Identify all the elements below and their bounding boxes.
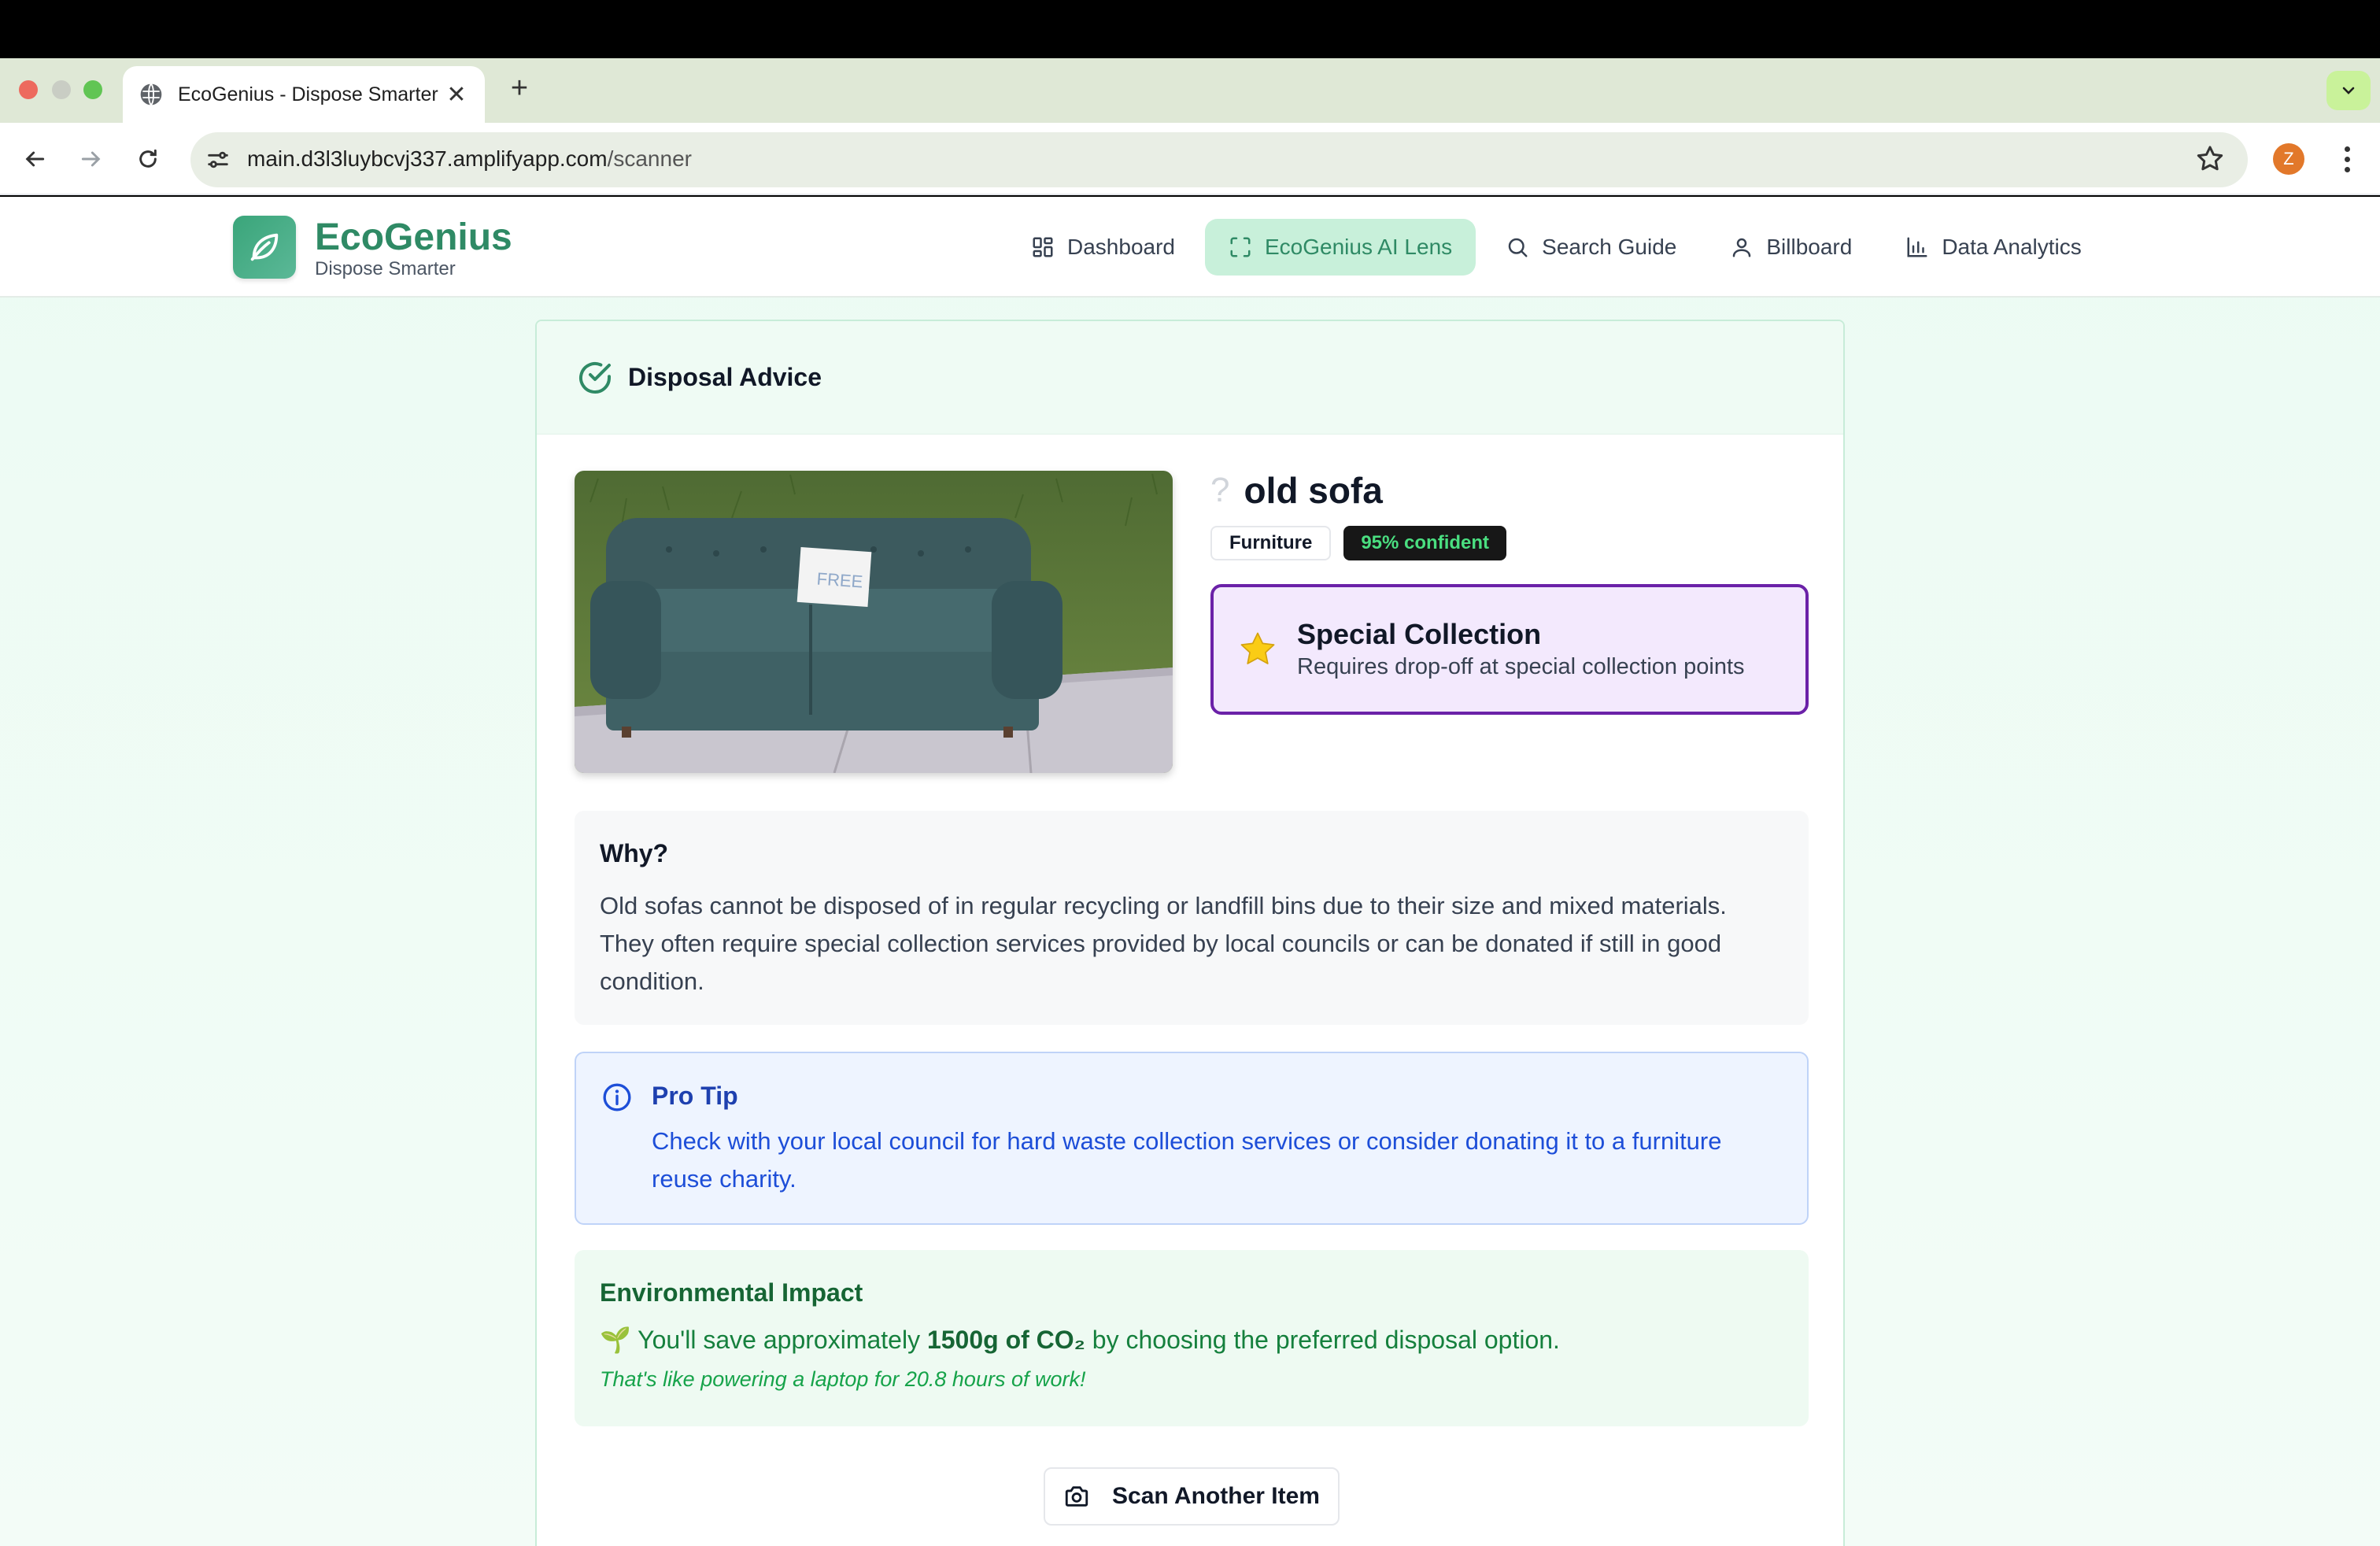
nav-search-guide-label: Search Guide <box>1542 235 1677 259</box>
url-text: main.d3l3luybcvj337.amplifyapp.com/scann… <box>247 146 692 172</box>
category-badge: Furniture <box>1210 526 1332 560</box>
nav-ai-lens[interactable]: EcoGenius AI Lens <box>1204 219 1476 276</box>
leaf-logo-icon[interactable] <box>233 216 296 279</box>
grid-icon <box>1033 237 1053 257</box>
item-name: old sofa <box>1244 470 1383 511</box>
confidence-badge: 95% confident <box>1343 526 1507 560</box>
environmental-impact-heading: Environmental Impact <box>600 1278 863 1307</box>
co2-amount: 1500g of CO₂ <box>926 1326 1085 1354</box>
site-settings-icon[interactable] <box>205 146 231 173</box>
scan-frame-icon <box>1230 237 1251 257</box>
disposal-method-box: Special Collection Requires drop-off at … <box>1210 584 1809 715</box>
bar-chart-icon <box>1907 237 1927 257</box>
browser-tab[interactable]: EcoGenius - Dispose Smarter ✕ <box>123 66 485 123</box>
brand[interactable]: EcoGenius Dispose Smarter <box>315 217 512 280</box>
nav-dashboard-label: Dashboard <box>1067 235 1175 259</box>
globe-icon <box>140 83 162 105</box>
scan-another-item-label: Scan Another Item <box>1112 1483 1320 1509</box>
nav-dashboard[interactable]: Dashboard <box>1007 219 1199 276</box>
main-nav: Dashboard EcoGenius AI Lens Search Guide… <box>1007 219 2105 276</box>
photo-sign-text: FREE <box>816 568 863 591</box>
why-heading: Why? <box>600 839 669 867</box>
brand-name: EcoGenius <box>315 216 512 258</box>
check-circle-icon <box>579 361 611 394</box>
screen-top-bar <box>0 0 2380 58</box>
address-bar[interactable]: main.d3l3luybcvj337.amplifyapp.com/scann… <box>190 132 2248 187</box>
minimize-window-button[interactable] <box>52 80 71 99</box>
app-page: EcoGenius Dispose Smarter Dashboard EcoG… <box>0 197 2380 1546</box>
scanned-item-photo: FREE <box>575 471 1173 773</box>
pro-tip-heading: Pro Tip <box>652 1082 738 1110</box>
search-icon <box>1508 238 1528 257</box>
browser-menu-icon[interactable] <box>2333 142 2361 176</box>
environmental-impact-section: Environmental Impact 🌱 You'll save appro… <box>575 1250 1809 1426</box>
nav-data-analytics[interactable]: Data Analytics <box>1882 219 2105 276</box>
maximize-window-button[interactable] <box>83 80 102 99</box>
brand-tagline: Dispose Smarter <box>315 258 456 279</box>
item-category-icon: ? <box>1210 471 1230 509</box>
arrow-right-icon <box>81 151 101 167</box>
seedling-icon: 🌱 <box>600 1326 631 1354</box>
nav-billboard[interactable]: Billboard <box>1706 219 1876 276</box>
url-host: main.d3l3luybcvj337.amplifyapp.com <box>247 146 608 171</box>
reload-button[interactable] <box>131 142 165 176</box>
pro-tip-text: Check with your local council for hard w… <box>652 1127 1722 1193</box>
nav-ai-lens-label: EcoGenius AI Lens <box>1264 235 1453 259</box>
close-window-button[interactable] <box>19 80 38 99</box>
tab-title: EcoGenius - Dispose Smarter <box>178 83 438 105</box>
why-text: Old sofas cannot be disposed of in regul… <box>600 892 1727 995</box>
item-summary: ? old sofa Furniture 95% confident Specia… <box>1210 469 1809 715</box>
scan-another-item-button[interactable]: Scan Another Item <box>1044 1467 1340 1526</box>
star-icon <box>1240 632 1275 664</box>
close-tab-icon[interactable]: ✕ <box>444 81 469 109</box>
disposal-advice-card: Disposal Advice FREE ? old sofa Furnitur… <box>535 320 1845 1546</box>
card-header: Disposal Advice <box>537 321 1843 435</box>
co2-prefix: You'll save approximately <box>638 1326 921 1354</box>
nav-search-guide[interactable]: Search Guide <box>1482 219 1700 276</box>
co2-suffix: by choosing the preferred disposal optio… <box>1092 1326 1560 1354</box>
card-title: Disposal Advice <box>628 363 822 391</box>
info-icon <box>603 1083 631 1111</box>
camera-icon <box>1065 1486 1088 1507</box>
user-icon <box>1733 238 1751 257</box>
disposal-method-description: Requires drop-off at special collection … <box>1297 654 1745 679</box>
arrow-left-icon <box>25 151 45 167</box>
why-section: Why? Old sofas cannot be disposed of in … <box>575 811 1809 1025</box>
reload-icon <box>139 149 157 168</box>
app-navbar: EcoGenius Dispose Smarter Dashboard EcoG… <box>0 197 2380 298</box>
disposal-method-title: Special Collection <box>1297 618 1542 650</box>
bookmark-star-icon[interactable] <box>2194 143 2226 175</box>
co2-savings-line: 🌱 You'll save approximately 1500g of CO₂… <box>600 1325 1783 1355</box>
back-button[interactable] <box>17 142 52 176</box>
forward-button[interactable] <box>74 142 109 176</box>
pro-tip-section: Pro Tip Check with your local council fo… <box>575 1052 1809 1225</box>
new-tab-button[interactable]: + <box>504 72 535 104</box>
co2-comparison: That's like powering a laptop for 20.8 h… <box>600 1367 1086 1391</box>
url-path: /scanner <box>607 146 692 171</box>
nav-billboard-label: Billboard <box>1766 235 1853 259</box>
nav-data-analytics-label: Data Analytics <box>1942 235 2082 259</box>
tab-search-button[interactable] <box>2326 71 2371 110</box>
chevron-down-icon <box>2342 87 2355 94</box>
profile-avatar[interactable]: Z <box>2273 143 2304 175</box>
